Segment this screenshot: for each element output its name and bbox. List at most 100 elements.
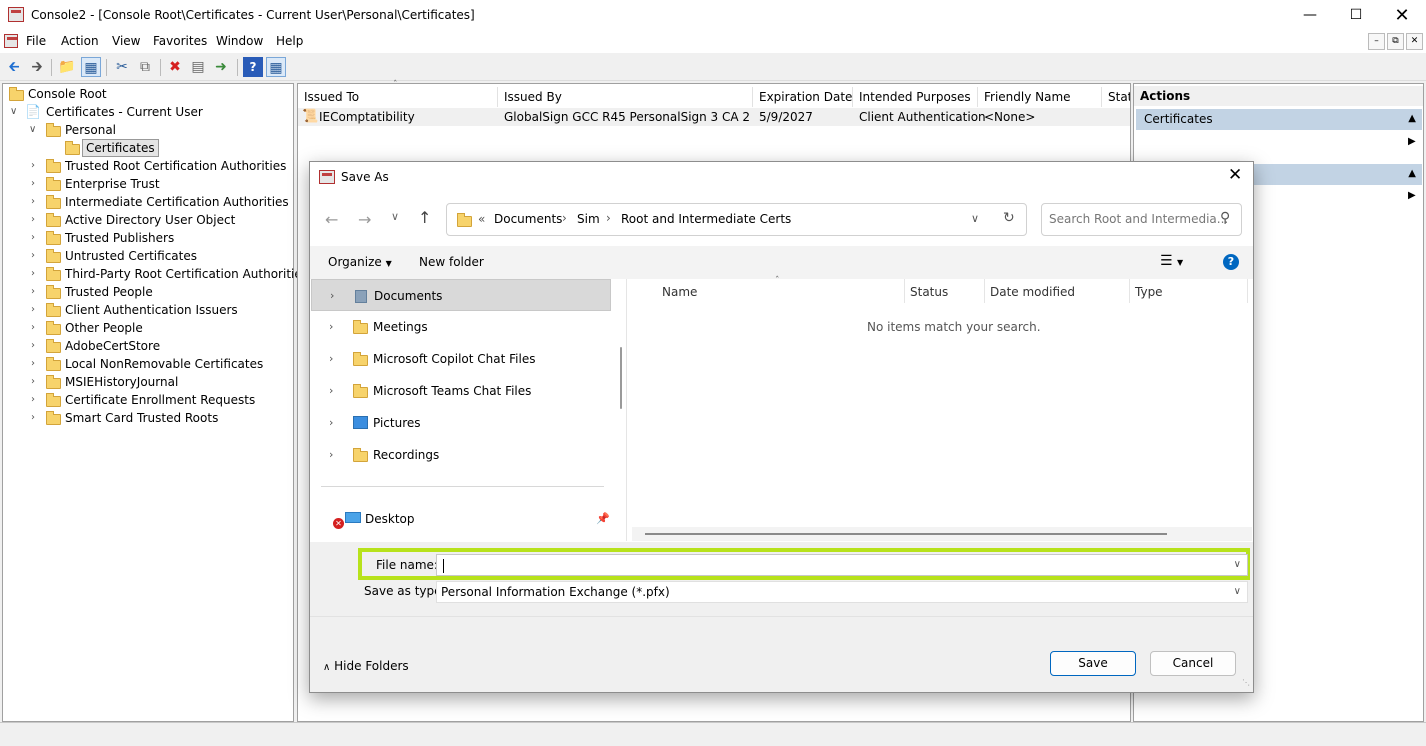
breadcrumb-overflow[interactable]: «: [478, 212, 485, 226]
tree-item-certificates-current-user[interactable]: Certificates - Current User: [46, 103, 203, 121]
view-options-icon[interactable]: ☰ ▼: [1160, 253, 1183, 269]
show-action-pane-icon[interactable]: ▦: [266, 57, 286, 77]
recent-locations-chevron-icon[interactable]: ∨: [391, 210, 399, 223]
menu-favorites[interactable]: Favorites: [153, 34, 207, 48]
dialog-close-icon[interactable]: ✕: [1228, 165, 1242, 185]
more-actions-arrow-icon[interactable]: ▶: [1408, 136, 1416, 147]
address-bar[interactable]: « Documents › Sim › Root and Intermediat…: [446, 203, 1027, 236]
forward-arrow-icon[interactable]: →: [358, 210, 371, 229]
cancel-button[interactable]: Cancel: [1150, 651, 1236, 676]
delete-icon[interactable]: ✖: [165, 57, 185, 77]
show-hide-tree-icon[interactable]: ▦: [81, 57, 101, 77]
tree-item-folder[interactable]: Enterprise Trust: [65, 175, 160, 193]
save-button[interactable]: Save: [1050, 651, 1136, 676]
file-name-input[interactable]: ∨: [436, 554, 1248, 576]
column-intended-purposes[interactable]: Intended Purposes: [853, 87, 978, 107]
collapse-up-icon[interactable]: ▲: [1408, 109, 1416, 129]
tree-item-folder[interactable]: AdobeCertStore: [65, 337, 160, 355]
more-actions-arrow-icon[interactable]: ▶: [1408, 190, 1416, 201]
column-status[interactable]: Status: [910, 285, 948, 299]
breadcrumb-documents[interactable]: Documents: [494, 212, 562, 226]
up-folder-icon[interactable]: 📁: [57, 57, 77, 77]
tree-item-folder[interactable]: MSIEHistoryJournal: [65, 373, 178, 391]
column-friendly-name[interactable]: Friendly Name: [978, 87, 1102, 107]
nav-item-desktop[interactable]: ✕ Desktop 📌: [311, 503, 611, 535]
maximize-button[interactable]: ☐: [1333, 0, 1379, 31]
address-dropdown-chevron-icon[interactable]: ∨: [971, 212, 979, 225]
close-button[interactable]: ✕: [1379, 0, 1425, 31]
export-list-icon[interactable]: ➜: [211, 57, 231, 77]
column-date-modified[interactable]: Date modified: [990, 285, 1075, 299]
nav-item-documents[interactable]: › Documents: [311, 279, 611, 311]
help-icon[interactable]: ?: [1223, 254, 1239, 270]
menu-window[interactable]: Window: [216, 34, 263, 48]
tree-item-folder[interactable]: Third-Party Root Certification Authoriti…: [65, 265, 308, 283]
collapse-up-icon[interactable]: ▲: [1408, 164, 1416, 184]
nav-item-copilot-chat-files[interactable]: › Microsoft Copilot Chat Files: [311, 343, 611, 375]
mdi-close-button[interactable]: ✕: [1406, 33, 1423, 50]
column-name[interactable]: Name: [662, 285, 697, 299]
column-status[interactable]: Stat: [1102, 87, 1130, 107]
properties-icon[interactable]: ▤: [188, 57, 208, 77]
column-type[interactable]: Type: [1135, 285, 1163, 299]
up-arrow-icon[interactable]: ↑: [418, 208, 431, 227]
resize-grip-icon[interactable]: ⋱: [1242, 678, 1250, 687]
tree-item-folder[interactable]: Trusted People: [65, 283, 153, 301]
hide-folders-button[interactable]: ∧ Hide Folders: [323, 659, 409, 673]
expand-chevron-icon[interactable]: ›: [329, 407, 333, 439]
organize-button[interactable]: Organize ▼: [328, 255, 392, 269]
column-expiration-date[interactable]: Expiration Date: [753, 87, 853, 107]
tree-item-folder[interactable]: Trusted Root Certification Authorities: [65, 157, 286, 175]
nav-item-meetings[interactable]: › Meetings: [311, 311, 611, 343]
search-box[interactable]: Search Root and Intermedia... ⚲: [1041, 203, 1242, 236]
menu-file[interactable]: File: [26, 34, 46, 48]
expand-chevron-icon[interactable]: ›: [329, 375, 333, 407]
menu-view[interactable]: View: [112, 34, 140, 48]
tree-item-folder[interactable]: Trusted Publishers: [65, 229, 174, 247]
menu-help[interactable]: Help: [276, 34, 303, 48]
tree-item-folder[interactable]: Intermediate Certification Authorities: [65, 193, 289, 211]
mdi-minimize-button[interactable]: –: [1368, 33, 1385, 50]
tree-item-folder[interactable]: Untrusted Certificates: [65, 247, 197, 265]
chevron-down-icon[interactable]: ∨: [29, 124, 36, 135]
tree-item-folder[interactable]: Active Directory User Object: [65, 211, 235, 229]
expand-chevron-icon[interactable]: ›: [330, 280, 334, 312]
cut-icon[interactable]: ✂: [112, 57, 132, 77]
nav-item-pictures[interactable]: › Pictures: [311, 407, 611, 439]
tree-item-folder[interactable]: Local NonRemovable Certificates: [65, 355, 263, 373]
tree-item-console-root[interactable]: Console Root: [28, 85, 107, 103]
tree-item-personal[interactable]: Personal: [65, 121, 116, 139]
tree-item-certificates-selected[interactable]: Certificates: [82, 139, 159, 157]
refresh-icon[interactable]: ↻: [1003, 210, 1015, 226]
tree-item-folder[interactable]: Smart Card Trusted Roots: [65, 409, 218, 427]
nav-scrollbar-thumb[interactable]: [620, 347, 622, 409]
new-folder-button[interactable]: New folder: [419, 255, 484, 269]
back-arrow-icon[interactable]: 🡰: [4, 57, 24, 77]
copy-icon[interactable]: ⧉: [135, 57, 155, 77]
mdi-restore-button[interactable]: ⧉: [1387, 33, 1404, 50]
save-as-type-dropdown-icon[interactable]: ∨: [1234, 582, 1241, 602]
tree-item-folder[interactable]: Client Authentication Issuers: [65, 301, 238, 319]
save-as-type-select[interactable]: Personal Information Exchange (*.pfx) ∨: [436, 581, 1248, 603]
chevron-down-icon[interactable]: ∨: [10, 106, 17, 117]
minimize-button[interactable]: —: [1287, 0, 1333, 31]
tree-item-folder[interactable]: Other People: [65, 319, 143, 337]
forward-arrow-icon[interactable]: 🡲: [27, 57, 47, 77]
expand-chevron-icon[interactable]: ›: [329, 343, 333, 375]
tree-item-folder[interactable]: Certificate Enrollment Requests: [65, 391, 255, 409]
back-arrow-icon[interactable]: ←: [325, 210, 338, 229]
column-issued-to[interactable]: Issued To: [298, 87, 498, 107]
column-issued-by[interactable]: Issued By: [498, 87, 753, 107]
horizontal-scrollbar[interactable]: [632, 527, 1252, 541]
nav-item-recordings[interactable]: › Recordings: [311, 439, 611, 471]
pin-icon[interactable]: 📌: [596, 503, 610, 535]
menu-action[interactable]: Action: [61, 34, 99, 48]
mmc-menu-icon[interactable]: [4, 34, 18, 48]
breadcrumb-current-folder[interactable]: Root and Intermediate Certs: [621, 212, 791, 226]
expand-chevron-icon[interactable]: ›: [329, 311, 333, 343]
file-name-dropdown-icon[interactable]: ∨: [1234, 555, 1241, 575]
expand-chevron-icon[interactable]: ›: [329, 439, 333, 471]
actions-group-certificates[interactable]: Certificates ▲: [1136, 109, 1422, 130]
breadcrumb-sim[interactable]: Sim: [577, 212, 600, 226]
help-icon[interactable]: ?: [243, 57, 263, 77]
